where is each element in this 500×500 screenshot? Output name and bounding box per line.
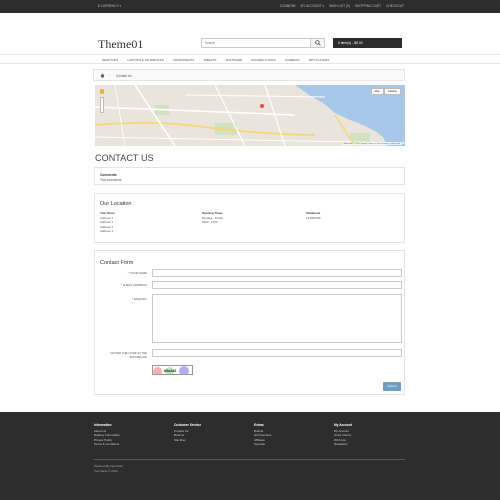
nav-item-components[interactable]: COMPONENTS [173, 58, 195, 62]
map-canvas [95, 85, 405, 146]
copyright: Your Store © 2014 [94, 468, 118, 473]
address-line: Address 1 [100, 229, 114, 233]
powered-by: Powered By OpenCart [94, 464, 123, 468]
top-link-account[interactable]: MY ACCOUNT ▾ [300, 4, 324, 8]
map-attribution: Map data ©2015 Google Terms of Use Repor… [341, 143, 402, 145]
footer-heading: Extras [254, 423, 264, 427]
nav-item-tablets[interactable]: TABLETS [203, 58, 216, 62]
search-box [201, 38, 325, 48]
location-heading: Our Location [100, 201, 132, 207]
map-zoom-control[interactable] [100, 97, 104, 113]
address-line: Address 1 [100, 215, 114, 220]
footer-my-account: My Account My Account Order History Wish… [334, 423, 352, 447]
street-view-icon[interactable] [100, 89, 104, 94]
footer-link[interactable]: Delivery Information [94, 433, 120, 438]
address-line: Address 1 [100, 224, 114, 229]
hours-line: 0900 - 1700 [202, 220, 218, 224]
breadcrumb-separator: › [109, 73, 111, 77]
footer-customer-service: Customer Service Contact Us Returns Site… [174, 423, 201, 442]
top-link-checkout[interactable]: CHECKOUT [386, 4, 404, 8]
map-type-map[interactable]: Map [370, 88, 384, 95]
name-field[interactable] [152, 269, 402, 277]
comments-panel: Comments Test comments [94, 167, 405, 185]
search-icon [315, 40, 321, 46]
footer-link[interactable]: Site Map [174, 438, 201, 443]
submit-button[interactable]: Submit [383, 382, 401, 391]
footer-information: Information About Us Delivery Informatio… [94, 423, 120, 447]
email-field[interactable] [152, 281, 402, 289]
footer-heading: My Account [334, 423, 352, 427]
cart-button[interactable]: 0 item(s) - $0.00 [333, 38, 402, 48]
opening-times-label: Opening Times [202, 211, 223, 215]
nav-item-desktops[interactable]: DESKTOPS [102, 58, 118, 62]
footer-link[interactable]: Order History [334, 433, 352, 438]
enquiry-textarea[interactable] [152, 294, 402, 343]
contact-form: Contact Form * YOUR NAME * E-MAIL ADDRES… [94, 250, 405, 395]
currency-dropdown[interactable]: $ CURRENCY ▾ [98, 4, 121, 8]
footer-divider [94, 459, 405, 460]
cart-label: 0 item(s) - $0.00 [338, 41, 363, 45]
telephone-value: 123456789 [306, 215, 321, 220]
footer-link[interactable]: Specials [254, 442, 271, 447]
site-footer: Information About Us Delivery Informatio… [0, 412, 500, 500]
opening-times: Opening Times Monday - Friday 0900 - 170… [202, 211, 223, 225]
location-panel: Our Location Your Store Address 1 Addres… [94, 193, 405, 243]
footer-link[interactable]: Terms & Conditions [94, 442, 120, 447]
location-map[interactable]: Map Satellite Map data ©2015 Google Term… [95, 85, 405, 146]
map-type-satellite[interactable]: Satellite [383, 88, 401, 95]
telephone-label: Telephone [306, 211, 321, 215]
site-logo[interactable]: Theme01 [98, 37, 143, 52]
map-type-toggle: Map Satellite [370, 88, 401, 95]
top-bar: $ CURRENCY ▾ 123456789 MY ACCOUNT ▾ WISH… [0, 0, 500, 13]
hours-line: Monday - Friday [202, 215, 223, 220]
nav-item-software[interactable]: SOFTWARE [225, 58, 242, 62]
telephone: Telephone 123456789 [306, 211, 320, 220]
captcha-image: b9a2d3 [152, 365, 193, 375]
search-button[interactable] [310, 39, 324, 47]
nav-item-mp3[interactable]: MP3 PLAYERS [309, 58, 330, 62]
footer-link[interactable]: Newsletter [334, 442, 352, 447]
home-icon[interactable] [100, 73, 105, 79]
search-input[interactable] [202, 39, 312, 47]
contact-form-heading: Contact Form [100, 260, 134, 266]
nav-item-laptops[interactable]: LAPTOPS & NOTEBOOKS [127, 58, 163, 62]
main-nav: DESKTOPS LAPTOPS & NOTEBOOKS COMPONENTS … [0, 54, 500, 64]
email-label: * E-MAIL ADDRESS [120, 283, 147, 287]
top-link-phone[interactable]: 123456789 [280, 4, 296, 8]
store-name: Your Store [100, 211, 115, 215]
footer-heading: Customer Service [174, 423, 202, 427]
footer-extras: Extras Brands Gift Vouchers Affiliates S… [254, 423, 271, 447]
captcha-label: * ENTER THE CODE IN THE BOX BELOW [109, 351, 147, 360]
breadcrumb: › Contact Us [93, 69, 405, 81]
footer-link[interactable]: Gift Vouchers [254, 433, 271, 438]
footer-bottom: Powered By OpenCart Your Store © 2014 [94, 464, 123, 473]
comments-label: Comments [100, 173, 117, 177]
name-label: * YOUR NAME [127, 271, 147, 275]
top-link-wishlist[interactable]: WISH LIST (0) [329, 4, 350, 8]
comments-value: Test comments [100, 178, 122, 182]
enquiry-label: * ENQUIRY [131, 297, 147, 301]
footer-heading: Information [94, 423, 112, 427]
address-line: Address 1 [100, 220, 114, 224]
store-address: Your Store Address 1 Address 1 Address 1… [100, 211, 115, 234]
top-link-cart[interactable]: SHOPPING CART [355, 4, 381, 8]
nav-item-cameras[interactable]: CAMERAS [285, 58, 300, 62]
captcha-code: b9a2d3 [164, 369, 177, 373]
page-title: CONTACT US [95, 153, 154, 163]
captcha-input[interactable] [152, 349, 402, 357]
top-links: 123456789 MY ACCOUNT ▾ WISH LIST (0) SHO… [280, 4, 405, 8]
breadcrumb-current[interactable]: Contact Us [116, 74, 132, 78]
nav-item-phones[interactable]: PHONES & PDAS [251, 58, 276, 62]
